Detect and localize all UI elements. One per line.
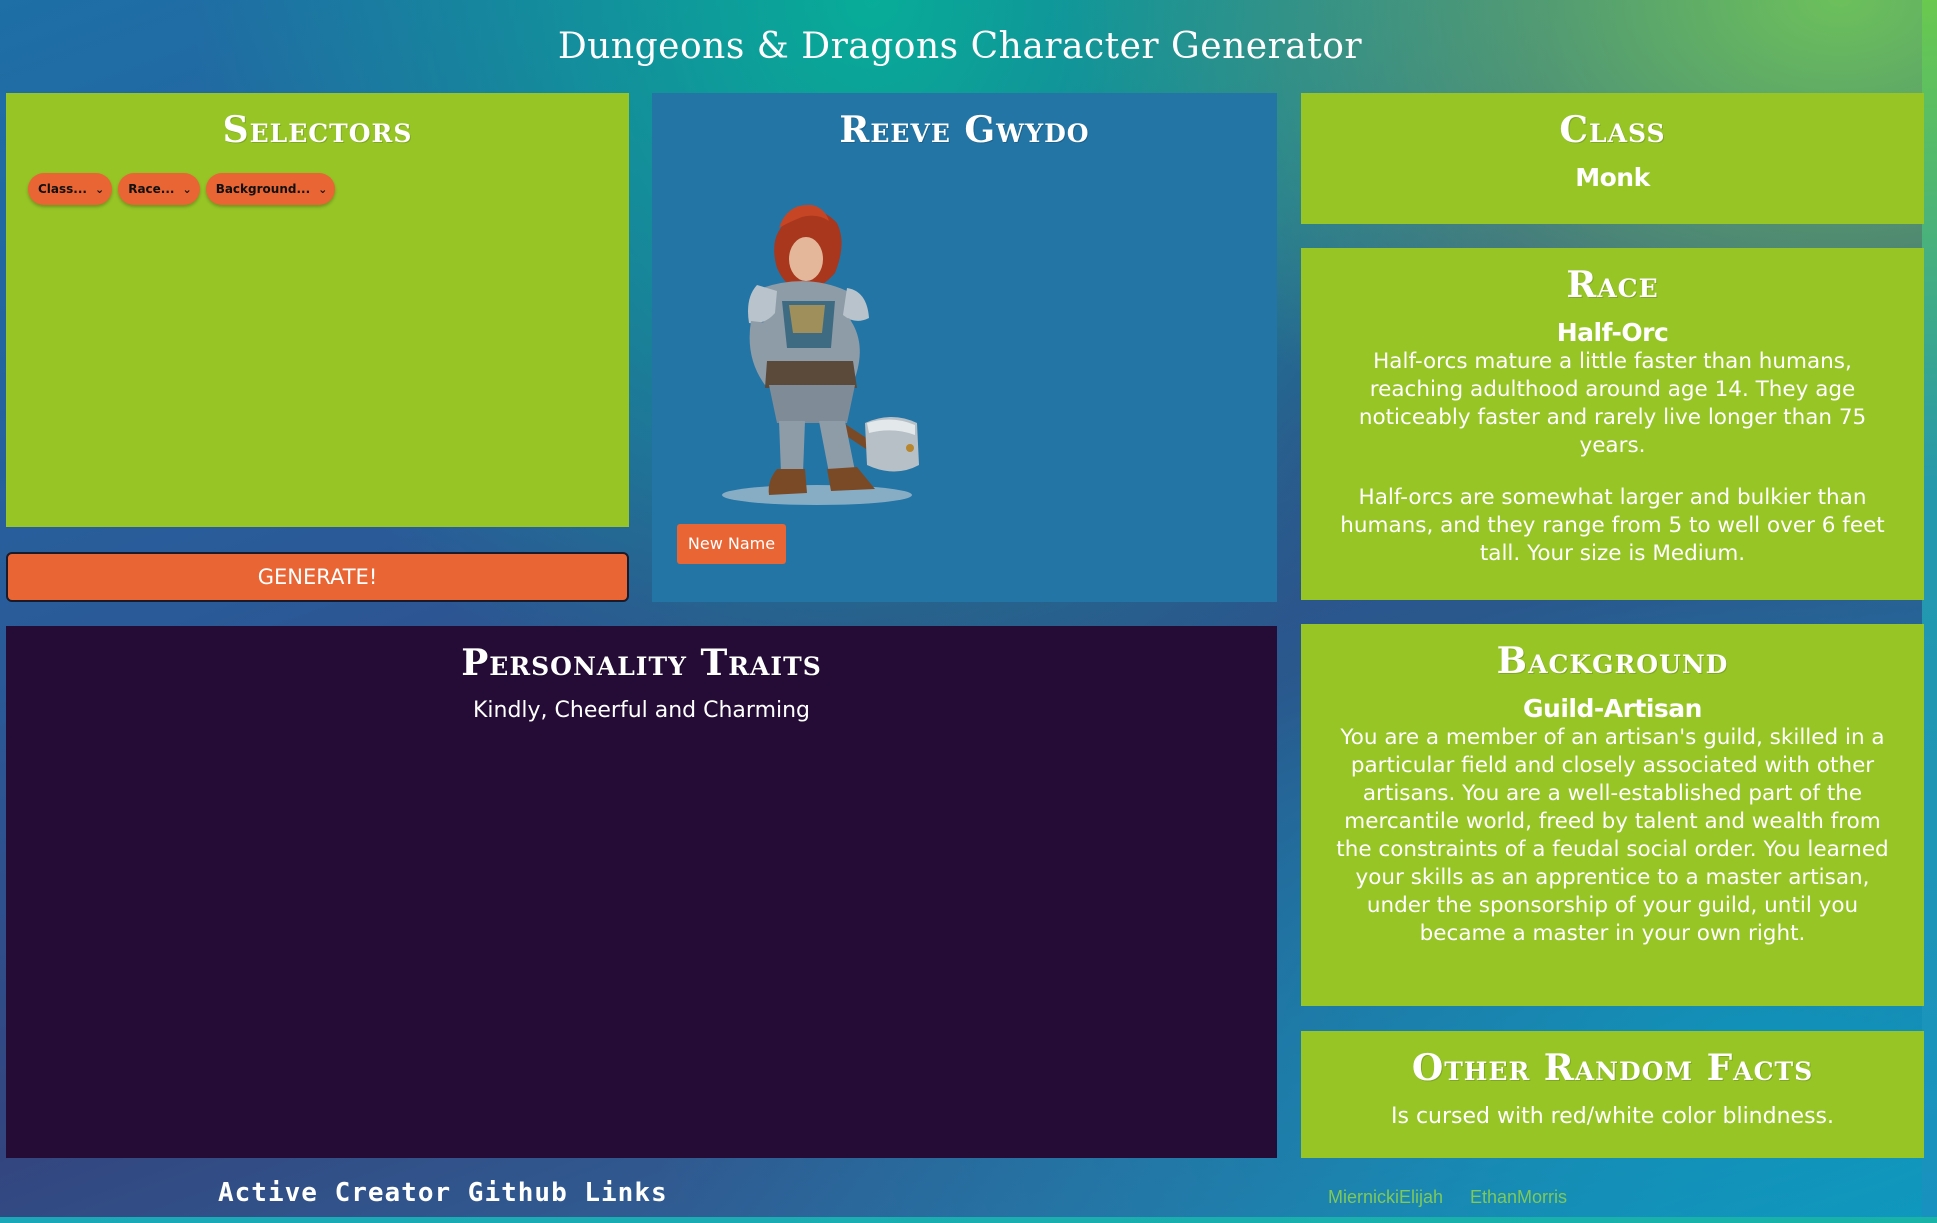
background-description: You are a member of an artisan's guild, … <box>1336 725 1889 946</box>
new-name-button[interactable]: New Name <box>677 524 786 564</box>
race-select-value: Race... <box>128 182 175 196</box>
personality-heading: Personality Traits <box>461 642 822 684</box>
facts-heading: Other Random Facts <box>1411 1047 1814 1089</box>
character-name: Reeve Gwydo <box>839 109 1090 151</box>
class-select[interactable]: Class... ⌄ <box>28 173 113 205</box>
bottom-stripe <box>0 1217 1937 1223</box>
github-link-miernickielijah[interactable]: MiernickiElijah <box>1328 1187 1443 1208</box>
github-link-ethanmorris[interactable]: EthanMorris <box>1470 1187 1567 1208</box>
page-title: Dungeons & Dragons Character Generator <box>557 26 1363 67</box>
race-age-description: Half-orcs mature a little faster than hu… <box>1358 349 1867 458</box>
background-select[interactable]: Background... ⌄ <box>205 173 336 205</box>
page-edge-decoration <box>1922 0 1937 1223</box>
class-panel: Class Monk <box>1301 93 1924 224</box>
race-select[interactable]: Race... ⌄ <box>118 173 200 205</box>
race-size-description: Half-orcs are somewhat larger and bulkie… <box>1340 485 1885 566</box>
personality-panel: Personality Traits Kindly, Cheerful and … <box>6 626 1277 1158</box>
facts-text: Is cursed with red/white color blindness… <box>1391 1104 1834 1129</box>
footer-title: Active Creator Github Links <box>218 1178 668 1208</box>
class-value: Monk <box>1575 163 1650 192</box>
race-heading: Race <box>1566 264 1659 306</box>
personality-traits: Kindly, Cheerful and Charming <box>472 698 811 723</box>
facts-panel: Other Random Facts Is cursed with red/wh… <box>1301 1031 1924 1158</box>
race-value: Half-Orc <box>1556 318 1669 347</box>
background-value: Guild-Artisan <box>1523 694 1702 723</box>
race-panel: Race Half-Orc Half-orcs mature a little … <box>1301 248 1924 600</box>
chevron-down-icon: ⌄ <box>182 182 192 196</box>
selectors-heading: Selectors <box>222 109 413 151</box>
chevron-down-icon: ⌄ <box>318 182 328 196</box>
class-heading: Class <box>1559 109 1666 151</box>
selectors-panel: Selectors Class... ⌄ Race... ⌄ Backgroun… <box>6 93 629 527</box>
background-select-value: Background... <box>215 182 311 196</box>
character-panel: Reeve Gwydo New Name <box>652 93 1277 602</box>
generate-button[interactable]: GENERATE! <box>6 552 629 602</box>
background-panel: Background Guild-Artisan You are a membe… <box>1301 624 1924 1006</box>
chevron-down-icon: ⌄ <box>94 182 105 196</box>
selector-row: Class... ⌄ Race... ⌄ Background... ⌄ <box>28 173 336 205</box>
class-select-value: Class... <box>38 182 87 196</box>
background-heading: Background <box>1496 640 1729 682</box>
